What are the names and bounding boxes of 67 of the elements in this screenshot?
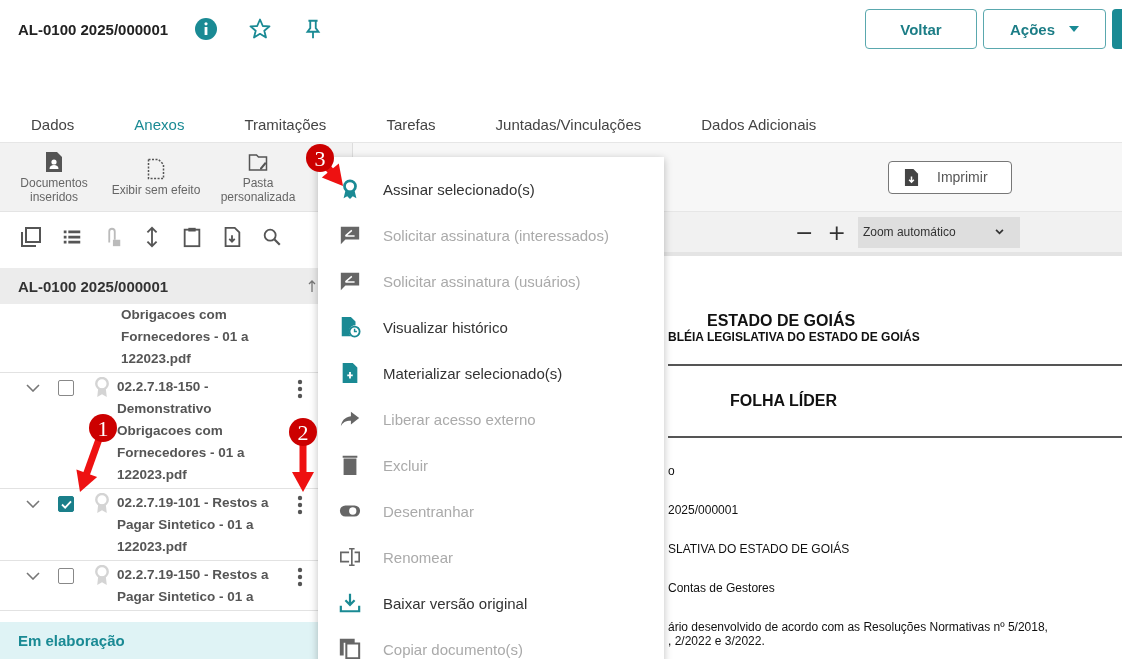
document-clock-icon <box>339 316 361 338</box>
tab[interactable]: Juntadas/Vinculações <box>482 115 655 133</box>
document-text: SLATIVA DO ESTADO DE GOIÁS <box>668 542 850 556</box>
annotation-badge <box>289 418 317 446</box>
group-title: AL-0100 2025/000001 <box>18 277 169 295</box>
annotation-number: 2 <box>297 420 309 445</box>
checkbox[interactable] <box>58 380 74 396</box>
document-heading: FOLHA LÍDER <box>730 392 837 410</box>
zoom-out-button[interactable]: − <box>793 219 816 245</box>
annotation-badge <box>89 414 117 442</box>
tab[interactable]: Anexos <box>121 115 198 133</box>
checkbox[interactable] <box>58 568 74 584</box>
document-title: AL-0100 2025/000001 <box>18 20 169 38</box>
checkbox[interactable] <box>58 496 74 512</box>
document-icon <box>44 150 64 173</box>
more-options-icon[interactable] <box>297 495 303 515</box>
document-icon <box>146 157 166 180</box>
seal-icon <box>94 565 110 586</box>
zoom-in-button[interactable]: + <box>825 219 848 245</box>
info-icon[interactable] <box>194 17 219 41</box>
toolbar-button[interactable]: Exibir sem efeito <box>110 157 202 197</box>
more-options-icon[interactable] <box>297 567 303 587</box>
document-name[interactable]: Obrigacoes com Fornecedores - 01 a 122023.pdf <box>121 304 287 370</box>
document-heading: ESTADO DE GOIÁS <box>707 312 856 330</box>
tab[interactable]: Tarefas <box>373 115 449 133</box>
signature-comment-icon <box>339 224 361 246</box>
copy-icon[interactable] <box>19 225 43 249</box>
annotation-number: 1 <box>97 416 109 441</box>
menu-item[interactable]: Materializar selecionado(s) <box>318 350 664 396</box>
caret-icon <box>1069 26 1079 32</box>
document-text: 2025/000001 <box>668 503 739 517</box>
search-icon[interactable] <box>261 226 283 248</box>
chevron-down-icon[interactable] <box>26 384 40 392</box>
chevron-down-icon[interactable] <box>26 572 40 580</box>
chevron-down-icon <box>994 229 1004 235</box>
sort-arrow-icon[interactable] <box>308 280 316 292</box>
clipboard-icon[interactable] <box>181 225 203 249</box>
print-button[interactable]: Imprimir <box>888 160 1012 194</box>
tab[interactable]: Dados Adicionais <box>688 115 830 133</box>
document-text: ário desenvolvido de acordo com as Resoluções Normativas nº 5/2018, , 2/2022 e 3/2022. <box>668 620 1048 648</box>
toolbar-button[interactable]: Documentos inseridos <box>8 150 100 204</box>
more-options-icon[interactable] <box>297 379 303 399</box>
star-icon[interactable] <box>248 17 273 41</box>
document-text: Contas de Gestores <box>668 581 775 595</box>
rename-icon <box>339 546 361 568</box>
chevron-down-icon[interactable] <box>26 500 40 508</box>
document-name[interactable]: 02.2.7.18-150 - Demonstrativo Obrigacoes com Fornecedores - 01 a 122023.pdf <box>117 376 283 486</box>
seal-icon <box>94 377 110 398</box>
status-label: Em elaboração <box>18 632 125 649</box>
seal-icon <box>94 493 110 514</box>
document-subheading: BLÉIA LEGISLATIVA DO ESTADO DE GOIÁS <box>668 330 920 344</box>
document-name[interactable]: 02.2.7.19-101 - Restos a Pagar Sintetico - 01 a 122023.pdf <box>117 492 283 558</box>
document-text: o <box>668 464 675 478</box>
document-name[interactable]: 02.2.7.19-150 - Restos a Pagar Sintetico - 01 a <box>117 564 283 608</box>
zoom-select[interactable]: Zoom automático <box>857 216 1020 248</box>
menu-item[interactable]: Baixar versão original <box>318 580 664 626</box>
annotation-badge <box>306 144 334 172</box>
tab[interactable]: Dados <box>18 115 88 133</box>
signature-comment-icon <box>339 270 361 292</box>
toolbar-button[interactable]: Pasta personalizada <box>212 150 304 204</box>
back-button[interactable]: Voltar <box>865 9 977 49</box>
copy-icon <box>339 638 361 659</box>
tab[interactable]: Tramitações <box>231 115 340 133</box>
menu-item[interactable]: Visualizar histórico <box>318 304 664 350</box>
download-icon <box>339 592 361 614</box>
document-icon <box>904 167 919 187</box>
actions-dropdown[interactable]: Ações <box>983 9 1106 49</box>
